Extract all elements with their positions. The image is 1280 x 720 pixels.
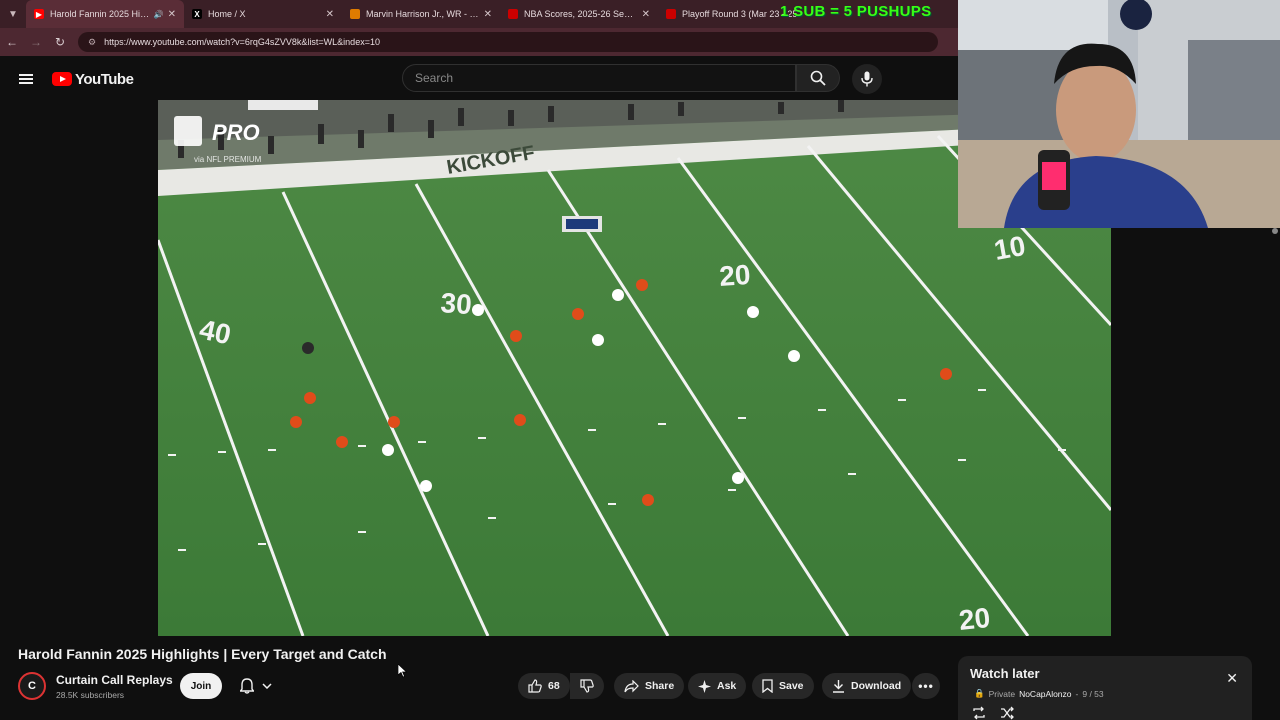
forward-icon[interactable]: → xyxy=(24,28,48,56)
close-tab-icon[interactable]: ✕ xyxy=(326,9,334,20)
field-number-10: 10 xyxy=(992,230,1028,266)
meta-separator: - xyxy=(1075,688,1079,699)
mouse-cursor-icon xyxy=(398,664,408,678)
thumbs-down-icon xyxy=(580,679,594,693)
join-button[interactable]: Join xyxy=(180,673,222,699)
close-tab-icon[interactable]: ✕ xyxy=(484,9,492,20)
subscriber-count: 28.5K subscribers xyxy=(56,690,125,700)
screen: ▼ ▶ Harold Fannin 2025 Highlights 🔊 ✕ X … xyxy=(0,0,1280,720)
youtube-icon: ▶ xyxy=(34,9,44,19)
tab-espn-nba[interactable]: NBA Scores, 2025-26 Season - ✕ xyxy=(500,0,658,28)
tab-title: NBA Scores, 2025-26 Season - xyxy=(524,9,638,19)
sparkle-icon xyxy=(698,679,711,693)
more-actions-button[interactable]: ••• xyxy=(912,673,940,699)
download-label: Download xyxy=(851,680,902,692)
field-number-30: 30 xyxy=(440,287,473,320)
video-title: Harold Fannin 2025 Highlights | Every Ta… xyxy=(18,646,387,662)
menu-icon[interactable] xyxy=(0,72,52,86)
microphone-icon xyxy=(861,71,873,87)
tab-title: Home / X xyxy=(208,9,246,19)
thumbs-up-icon xyxy=(528,679,542,693)
download-icon xyxy=(833,680,844,693)
search-button[interactable] xyxy=(796,64,840,92)
reload-icon[interactable]: ↻ xyxy=(48,28,72,56)
share-label: Share xyxy=(645,680,675,692)
tab-pff[interactable]: Marvin Harrison Jr., WR - 2024 ✕ xyxy=(342,0,500,28)
field-number-40: 40 xyxy=(197,314,234,351)
like-count: 68 xyxy=(548,680,560,692)
close-tab-icon[interactable]: ✕ xyxy=(168,9,176,20)
pff-icon xyxy=(350,9,360,19)
x-icon: X xyxy=(192,9,202,19)
sub-pushups-banner: 1 SUB = 5 PUSHUPS xyxy=(780,3,932,20)
ask-label: Ask xyxy=(717,680,737,692)
playlist-meta: 🔒 Private NoCapAlonzo - 9 / 53 xyxy=(974,688,1104,699)
streamer-camera xyxy=(958,0,1280,228)
back-icon[interactable]: ← xyxy=(0,28,24,56)
scrollbar[interactable] xyxy=(1272,228,1278,234)
youtube-header: YouTube Search xyxy=(0,58,958,100)
broadcast-logo: PRO xyxy=(212,120,260,145)
chevron-down-icon xyxy=(262,683,272,689)
tab-x[interactable]: X Home / X ✕ xyxy=(184,0,342,28)
youtube-logo[interactable]: YouTube xyxy=(52,70,134,88)
url-text: https://www.youtube.com/watch?v=6rqG4sZV… xyxy=(104,37,380,47)
save-button[interactable]: Save xyxy=(752,673,814,699)
tab-youtube[interactable]: ▶ Harold Fannin 2025 Highlights 🔊 ✕ xyxy=(26,0,184,28)
channel-name[interactable]: Curtain Call Replays xyxy=(56,673,173,687)
browser-toolbar: ← → ↻ ⚙ https://www.youtube.com/watch?v=… xyxy=(0,28,958,56)
webcam-overlay xyxy=(958,0,1280,228)
notifications-button[interactable] xyxy=(232,673,280,699)
loop-icon[interactable] xyxy=(972,706,986,720)
bookmark-icon xyxy=(762,679,773,693)
field-number-20-bottom: 20 xyxy=(957,602,991,636)
voice-search-button[interactable] xyxy=(852,64,882,94)
share-button[interactable]: Share xyxy=(614,673,685,699)
lock-icon: 🔒 xyxy=(974,688,985,698)
playlist-position: 9 / 53 xyxy=(1082,688,1104,699)
right-sidebar-background xyxy=(1111,228,1280,636)
download-button[interactable]: Download xyxy=(822,673,912,699)
close-tab-icon[interactable]: ✕ xyxy=(642,9,650,20)
playlist-title[interactable]: Watch later xyxy=(970,666,1040,681)
share-icon xyxy=(624,679,639,692)
field-number-20: 20 xyxy=(718,259,751,292)
youtube-logo-icon xyxy=(52,72,72,86)
channel-avatar[interactable]: C xyxy=(18,672,46,700)
logo-text: YouTube xyxy=(75,70,134,88)
ask-button[interactable]: Ask xyxy=(688,673,747,699)
site-info-icon[interactable]: ⚙ xyxy=(88,37,96,48)
playlist-owner[interactable]: NoCapAlonzo xyxy=(1019,689,1071,699)
speaker-icon[interactable]: 🔊 xyxy=(154,10,164,19)
playlist-controls xyxy=(972,706,1014,720)
espn-icon xyxy=(666,9,676,19)
dislike-button[interactable] xyxy=(570,673,604,699)
search-input[interactable]: Search xyxy=(402,64,796,92)
bell-icon xyxy=(240,678,254,694)
tab-title: Harold Fannin 2025 Highlights xyxy=(50,9,150,19)
playlist-privacy: Private xyxy=(988,688,1016,699)
tab-search-icon[interactable]: ▼ xyxy=(0,0,26,28)
tab-title: Marvin Harrison Jr., WR - 2024 xyxy=(366,9,480,19)
like-button[interactable]: 68 xyxy=(518,673,570,699)
search-icon xyxy=(810,70,826,86)
watch-later-playlist-panel: Watch later 🔒 Private NoCapAlonzo - 9 / … xyxy=(958,656,1252,720)
more-horizontal-icon: ••• xyxy=(918,679,934,693)
close-icon[interactable]: ✕ xyxy=(1226,670,1238,687)
espn-icon xyxy=(508,9,518,19)
save-label: Save xyxy=(779,680,804,692)
shuffle-icon[interactable] xyxy=(1000,706,1014,720)
broadcast-sub: via NFL PREMIUM xyxy=(194,155,262,164)
address-bar[interactable]: ⚙ https://www.youtube.com/watch?v=6rqG4s… xyxy=(78,32,938,52)
